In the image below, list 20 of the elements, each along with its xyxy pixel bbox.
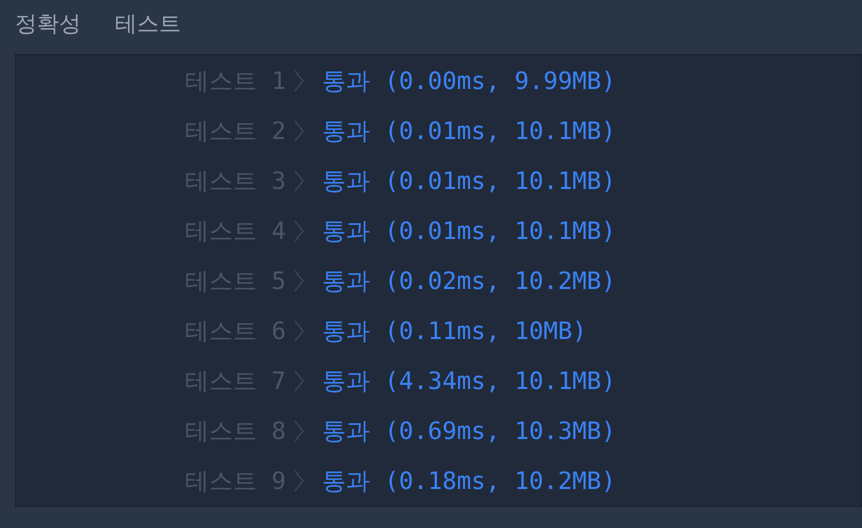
test-result: 통과 (0.01ms, 10.1MB) xyxy=(322,166,616,197)
chevron-right-icon xyxy=(293,419,305,443)
test-result: 통과 (0.02ms, 10.2MB) xyxy=(322,266,616,297)
chevron-right-icon xyxy=(293,369,305,393)
test-result: 통과 (0.18ms, 10.2MB) xyxy=(322,466,616,497)
chevron-right-icon xyxy=(293,269,305,293)
section-heading: 정확성 xyxy=(15,10,81,38)
test-result: 통과 (0.00ms, 9.99MB) xyxy=(322,66,616,97)
chevron-right-icon xyxy=(293,169,305,193)
chevron-right-icon xyxy=(293,119,305,143)
test-result: 통과 (0.01ms, 10.1MB) xyxy=(322,116,616,147)
test-result: 통과 (0.11ms, 10MB) xyxy=(322,316,587,347)
test-result: 통과 (4.34ms, 10.1MB) xyxy=(322,366,616,397)
chevron-right-icon xyxy=(293,69,305,93)
chevron-right-icon xyxy=(293,469,305,493)
chevron-right-icon xyxy=(293,319,305,343)
test-result: 통과 (0.69ms, 10.3MB) xyxy=(322,416,616,447)
test-result: 통과 (0.01ms, 10.1MB) xyxy=(322,216,616,247)
chevron-right-icon xyxy=(293,219,305,243)
section-heading: 테스트 xyxy=(115,10,181,38)
